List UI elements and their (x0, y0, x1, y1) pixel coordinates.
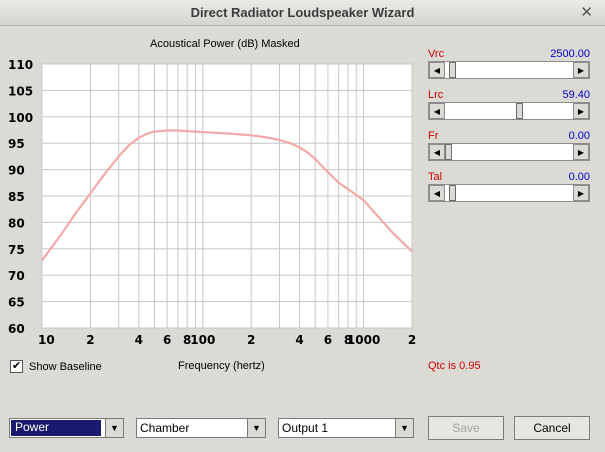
y-tick-label: 85 (8, 190, 25, 204)
close-icon[interactable]: ✕ (580, 3, 593, 21)
show-baseline-checkbox[interactable]: Show Baseline (10, 359, 102, 373)
chevron-down-icon[interactable]: ▼ (395, 419, 413, 437)
x-tick-label: 10 (38, 333, 55, 347)
x-tick-label: 2 (86, 333, 94, 347)
response-chart: 606570758085909510010511010 2 4 6 8100 2 4 6 810… (8, 58, 416, 347)
checkbox-box[interactable] (10, 359, 23, 373)
right-arrow-icon[interactable]: ▶ (573, 144, 589, 160)
param-tal-value: 0.00 (568, 171, 590, 183)
chevron-down-icon[interactable]: ▼ (247, 419, 265, 437)
right-arrow-icon[interactable]: ▶ (573, 185, 589, 201)
output-select-value: Output 1 (282, 421, 329, 435)
left-arrow-icon[interactable]: ◀ (429, 144, 445, 160)
y-tick-label: 80 (8, 216, 25, 230)
y-tick-label: 95 (8, 137, 25, 151)
y-tick-label: 75 (8, 243, 25, 257)
title-bar: Direct Radiator Loudspeaker Wizard ✕ (0, 0, 605, 26)
right-arrow-icon[interactable]: ▶ (573, 62, 589, 78)
save-button[interactable]: Save (428, 416, 504, 440)
enclosure-select[interactable]: Chamber ▼ (136, 418, 266, 438)
output-select[interactable]: Output 1 ▼ (278, 418, 414, 438)
type-select[interactable]: Power ▼ (9, 418, 124, 438)
show-baseline-label: Show Baseline (29, 360, 102, 373)
y-tick-label: 60 (8, 322, 25, 336)
param-fr-value: 0.00 (568, 130, 590, 142)
right-arrow-icon[interactable]: ▶ (573, 103, 589, 119)
slider-thumb[interactable] (448, 185, 456, 201)
param-lrc-name: Lrc (428, 89, 444, 101)
x-tick-label: 1000 (347, 333, 380, 347)
enclosure-select-value: Chamber (140, 421, 190, 435)
x-tick-label: 100 (190, 333, 215, 347)
param-fr-name: Fr (428, 130, 439, 142)
lrc-slider[interactable]: ◀ ▶ (428, 102, 590, 120)
left-arrow-icon[interactable]: ◀ (429, 103, 445, 119)
y-tick-label: 110 (8, 58, 33, 72)
chart-title: Acoustical Power (dB) Masked (150, 38, 300, 50)
x-tick-label: 6 (324, 333, 332, 347)
param-tal-name: Tal (428, 171, 443, 183)
y-tick-label: 70 (8, 269, 25, 283)
x-tick-label: 4 (135, 333, 143, 347)
tal-slider[interactable]: ◀ ▶ (428, 184, 590, 202)
left-arrow-icon[interactable]: ◀ (429, 185, 445, 201)
y-tick-label: 65 (8, 296, 25, 310)
cancel-button[interactable]: Cancel (514, 416, 590, 440)
left-arrow-icon[interactable]: ◀ (429, 62, 445, 78)
slider-thumb[interactable] (445, 144, 452, 160)
slider-thumb[interactable] (516, 103, 524, 119)
x-tick-label: 2 (247, 333, 255, 347)
param-vrc-value: 2500.00 (550, 48, 590, 60)
slider-thumb[interactable] (448, 62, 456, 78)
chevron-down-icon[interactable]: ▼ (105, 419, 123, 437)
x-axis-label: Frequency (hertz) (178, 360, 265, 372)
type-select-value: Power (11, 420, 101, 436)
param-vrc-name: Vrc (428, 48, 445, 60)
window-title: Direct Radiator Loudspeaker Wizard (190, 5, 415, 20)
param-lrc-value: 59.40 (562, 89, 590, 101)
qtc-readout: Qtc is 0.95 (428, 360, 481, 372)
y-tick-label: 100 (8, 111, 33, 125)
y-tick-label: 90 (8, 164, 25, 178)
x-tick-label: 2 (408, 333, 416, 347)
vrc-slider[interactable]: ◀ ▶ (428, 61, 590, 79)
x-tick-label: 4 (295, 333, 303, 347)
y-tick-label: 105 (8, 84, 33, 98)
x-tick-label: 6 (163, 333, 171, 347)
fr-slider[interactable]: ◀ ▶ (428, 143, 590, 161)
